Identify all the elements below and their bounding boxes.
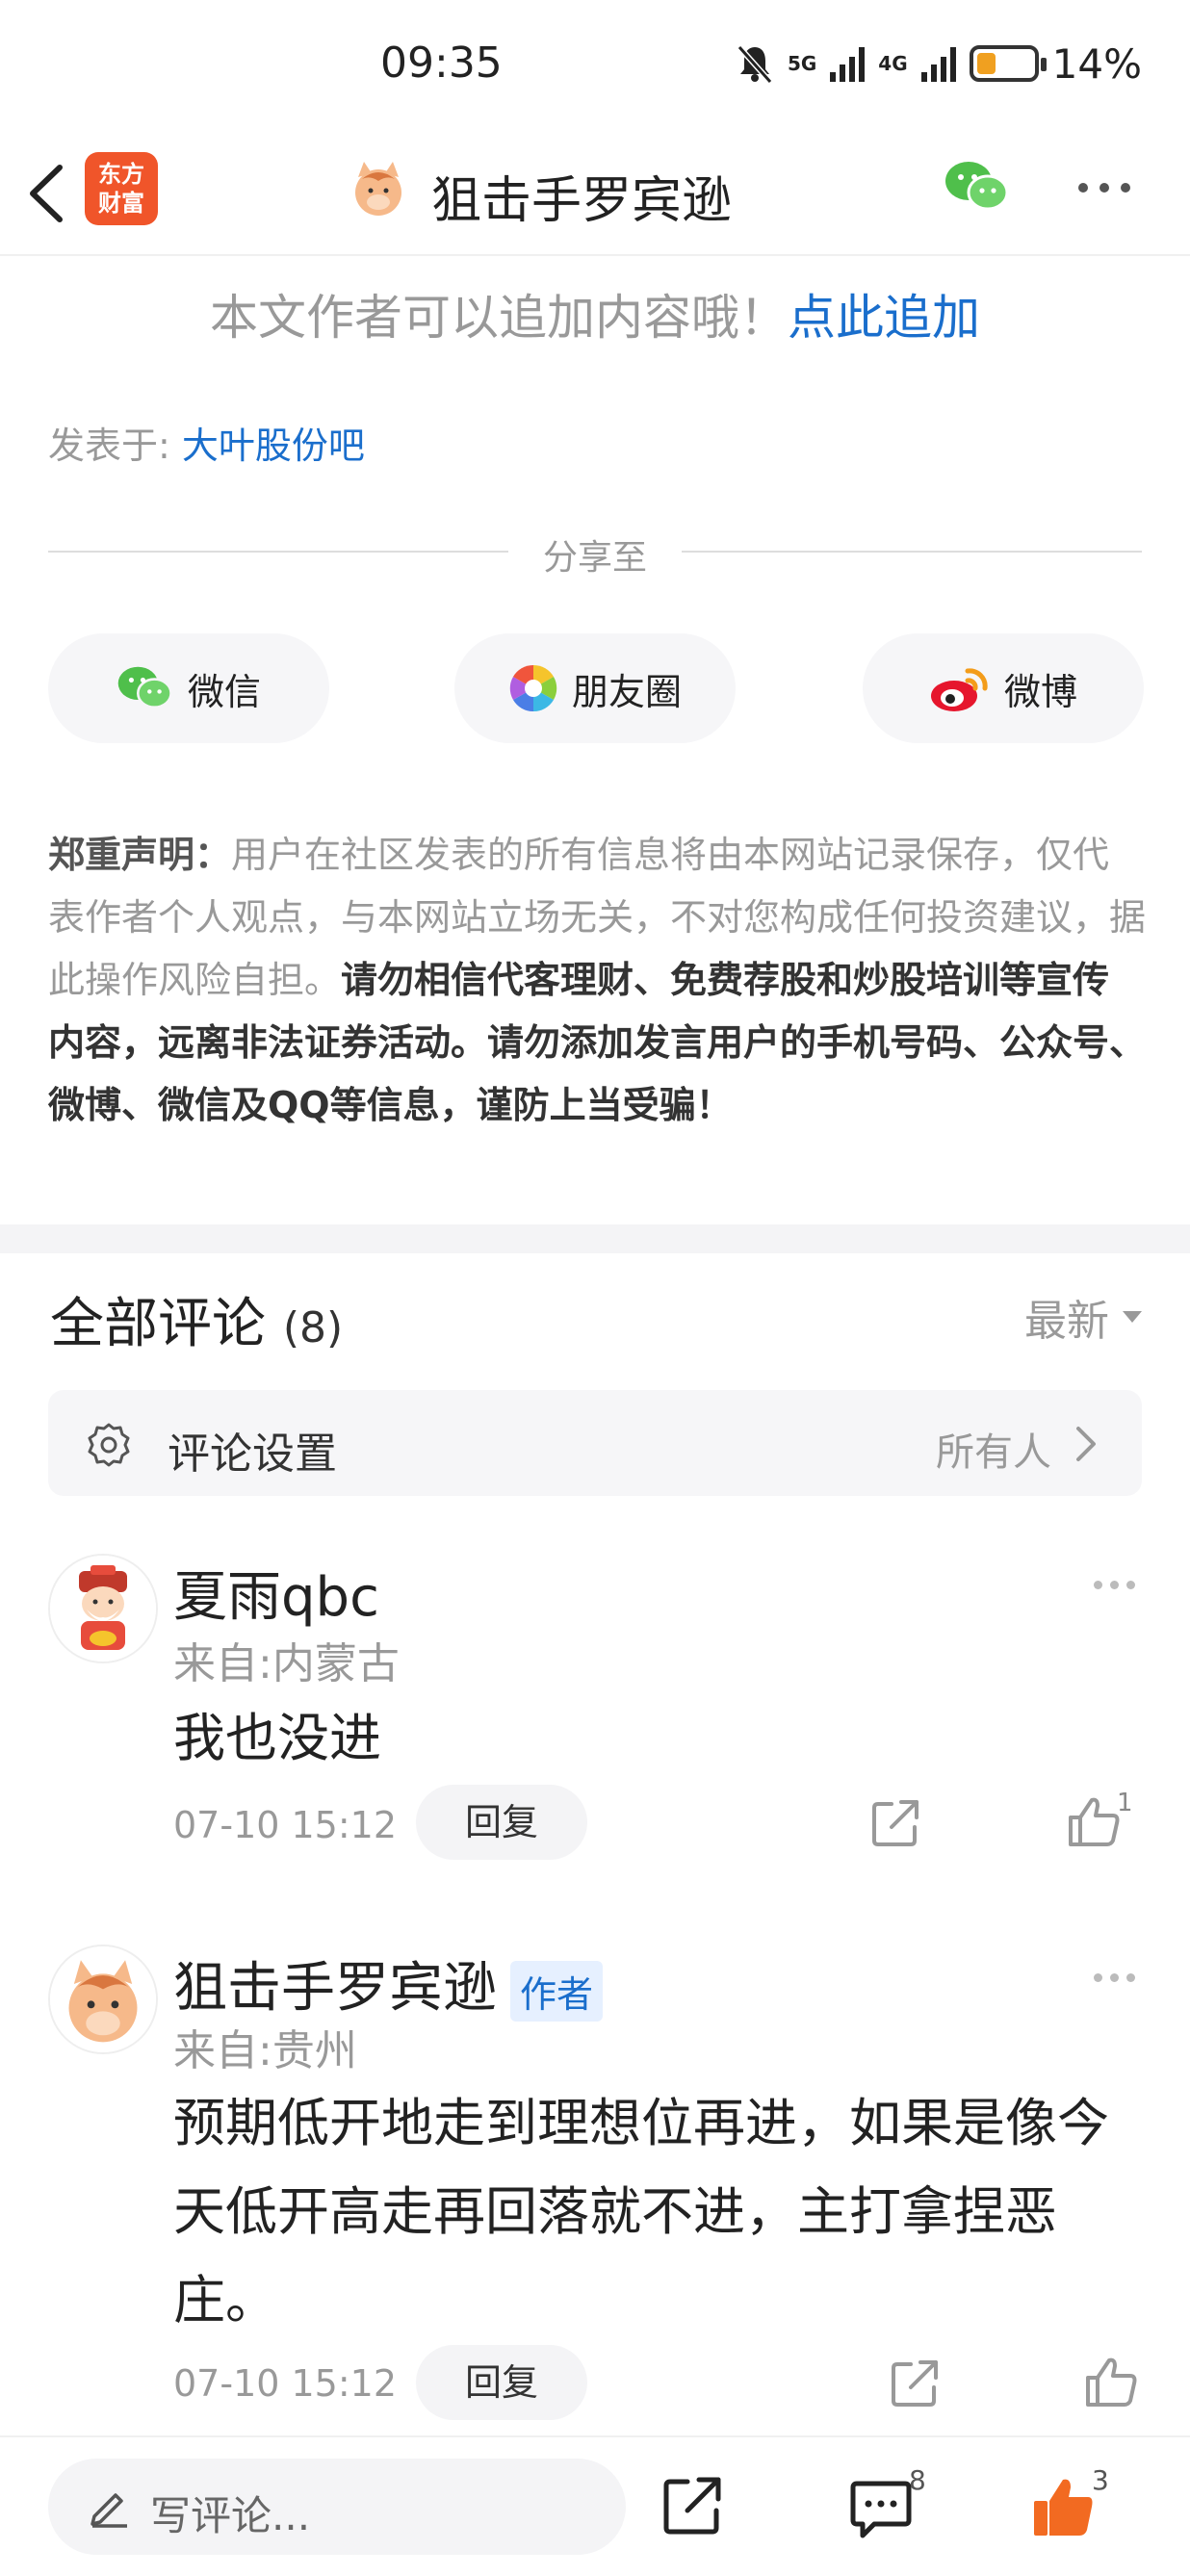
write-comment-placeholder: 写评论... <box>150 2492 311 2539</box>
battery-percent: 14% <box>1051 39 1142 88</box>
wechat-icon <box>117 666 172 709</box>
comment-more-icon[interactable] <box>1094 1581 1142 1592</box>
posted-in: 发表于: 大叶股份吧 <box>48 416 365 469</box>
chevron-right-icon <box>1076 1427 1096 1461</box>
comment-count: 8 <box>909 2464 926 2496</box>
comments-count: (8) <box>282 1303 344 1352</box>
share-weibo-button[interactable]: 微博 <box>863 633 1144 743</box>
page-title: 狙击手罗宾逊 <box>431 172 733 230</box>
append-prompt-text: 本文作者可以追加内容哦！ <box>210 290 788 346</box>
status-bar: 09:35 5G 4G 14% <box>0 0 1190 131</box>
share-divider: 分享至 <box>48 529 1142 578</box>
disclaimer-heading: 郑重声明： <box>48 834 232 876</box>
comment-text: 我也没进 <box>173 1708 381 1768</box>
app-logo[interactable]: 东方 财富 <box>85 152 158 225</box>
posted-in-label: 发表于: <box>48 425 170 467</box>
comment-settings-value: 所有人 <box>936 1430 1051 1475</box>
append-content-prompt: 本文作者可以追加内容哦！点此追加 <box>0 279 1190 348</box>
append-content-link[interactable]: 点此追加 <box>788 290 980 346</box>
disclaimer: 郑重声明：用户在社区发表的所有信息将由本网站记录保存，仅代表作者个人观点，与本网… <box>48 824 1146 1137</box>
like-thumb-icon[interactable] <box>1084 2355 1138 2409</box>
comment-settings-bar[interactable]: 评论设置 所有人 <box>48 1390 1142 1496</box>
sort-dropdown[interactable]: 最新 <box>1024 1286 1142 1348</box>
mute-bell-icon <box>737 45 773 84</box>
like-total-count: 3 <box>1092 2464 1109 2496</box>
like-thumb-icon[interactable] <box>1067 1794 1121 1848</box>
share-icon[interactable] <box>890 2358 940 2409</box>
reply-button[interactable]: 回复 <box>416 1785 587 1860</box>
comment-author-name[interactable]: 狙击手罗宾逊 作者 <box>173 1945 604 2022</box>
author-badge: 作者 <box>510 1961 604 2022</box>
moments-icon <box>509 664 557 712</box>
avatar[interactable] <box>48 1554 158 1663</box>
share-wechat-button[interactable]: 微信 <box>48 633 329 743</box>
like-count: 1 <box>1117 1789 1133 1817</box>
section-separator <box>0 1224 1190 1253</box>
comment-text: 预期低开地走到理想位再进，如果是像今天低开高走再回落就不进，主打拿捏恶庄。 <box>173 2093 1109 2331</box>
comment-time: 07-10 15:12 <box>173 1804 398 1846</box>
god-of-wealth-avatar-icon <box>50 1556 156 1662</box>
comments-heading: 全部评论 (8) <box>50 1293 344 1355</box>
signal-4g-icon <box>920 45 956 82</box>
signal-5g-icon <box>830 45 866 82</box>
top-nav-bar: 东方 财富 狙击手罗宾逊 <box>0 131 1190 256</box>
weibo-icon <box>930 668 988 711</box>
write-comment-input[interactable]: 写评论... <box>48 2459 626 2555</box>
comment-bubble-icon[interactable] <box>849 2478 913 2541</box>
horse-avatar-icon <box>50 1946 156 2052</box>
comment-location: 来自:内蒙古 <box>173 1639 400 1688</box>
network-4g-label: 4G <box>878 52 908 75</box>
network-5g-label: 5G <box>787 52 817 75</box>
comment-location: 来自:贵州 <box>173 2026 357 2075</box>
wechat-share-icon[interactable] <box>944 158 1011 216</box>
comment-author-name[interactable]: 夏雨qbc <box>173 1554 379 1632</box>
share-label: 分享至 <box>542 538 647 578</box>
like-filled-icon[interactable] <box>1032 2476 1096 2539</box>
share-icon[interactable] <box>870 1798 920 1848</box>
status-time: 09:35 <box>380 39 503 88</box>
status-icons: 5G 4G 14% <box>736 39 1142 89</box>
bottom-action-bar: 写评论... 8 3 <box>0 2435 1190 2576</box>
author-avatar-icon[interactable] <box>349 160 408 219</box>
gear-icon <box>88 1423 130 1467</box>
comment-settings-label: 评论设置 <box>168 1430 337 1479</box>
back-arrow-icon[interactable] <box>21 160 79 227</box>
comment-time: 07-10 15:12 <box>173 2362 398 2405</box>
avatar[interactable] <box>48 1945 158 2054</box>
battery-icon <box>969 45 1047 82</box>
stock-bar-link[interactable]: 大叶股份吧 <box>182 425 365 467</box>
more-options-icon[interactable] <box>1078 183 1136 196</box>
share-icon[interactable] <box>660 2474 724 2537</box>
pencil-icon <box>91 2493 127 2528</box>
reply-button[interactable]: 回复 <box>416 2345 587 2420</box>
dropdown-triangle-icon <box>1123 1311 1142 1323</box>
share-moments-button[interactable]: 朋友圈 <box>454 633 736 743</box>
comment-more-icon[interactable] <box>1094 1973 1142 1985</box>
